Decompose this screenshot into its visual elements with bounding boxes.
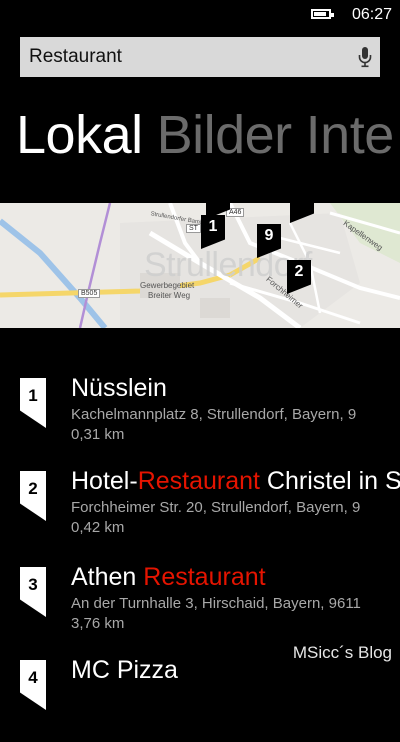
result-name: MC Pizza	[71, 656, 178, 684]
result-number-badge: 2	[20, 471, 46, 521]
map-label-breiter-weg: Breiter Weg	[148, 291, 191, 300]
search-input[interactable]: Restaurant	[20, 37, 380, 77]
tab-lokal[interactable]: Lokal	[16, 105, 143, 165]
result-name: Hotel-Restaurant Christel in S	[71, 467, 400, 495]
road-badge-b505: B505	[78, 289, 101, 298]
result-number-badge: 1	[20, 378, 46, 428]
list-item[interactable]: 3 Athen Restaurant An der Turnhalle 3, H…	[0, 559, 400, 649]
status-time: 06:27	[352, 6, 393, 23]
search-query: Restaurant	[29, 46, 122, 67]
microphone-icon[interactable]	[358, 46, 372, 68]
result-name: Athen Restaurant	[71, 563, 266, 591]
list-item[interactable]: 4 MC Pizza	[0, 652, 400, 742]
map-label-gewerbe: Gewerbegebiet	[140, 281, 195, 290]
map-town-label: Strullendorf	[144, 246, 312, 284]
list-item[interactable]: 2 Hotel-Restaurant Christel in S Forchhe…	[0, 463, 400, 553]
result-number-badge: 3	[20, 567, 46, 617]
result-address: Forchheimer Str. 20, Strullendorf, Bayer…	[71, 499, 361, 516]
result-address: Kachelmannplatz 8, Strullendorf, Bayern,…	[71, 406, 357, 423]
status-bar: 06:27	[0, 0, 400, 32]
result-name: Nüsslein	[71, 374, 167, 402]
result-distance: 0,42 km	[71, 519, 125, 536]
list-item[interactable]: 1 Nüsslein Kachelmannplatz 8, Strullendo…	[0, 370, 400, 460]
map-view[interactable]: Strullendorf Gewerbegebiet Breiter Weg K…	[0, 203, 400, 328]
pivot-header: Lokal Bilder Inte	[16, 104, 400, 166]
tab-internet[interactable]: Inte	[306, 105, 395, 165]
tab-bilder[interactable]: Bilder	[157, 105, 293, 165]
result-distance: 0,31 km	[71, 426, 125, 443]
watermark: MSicc´s Blog	[292, 643, 392, 662]
battery-icon	[311, 9, 334, 19]
result-distance: 3,76 km	[71, 615, 125, 632]
road-badge-st: ST	[186, 224, 201, 233]
result-address: An der Turnhalle 3, Hirschaid, Bayern, 9…	[71, 595, 361, 612]
result-number-badge: 4	[20, 660, 46, 710]
